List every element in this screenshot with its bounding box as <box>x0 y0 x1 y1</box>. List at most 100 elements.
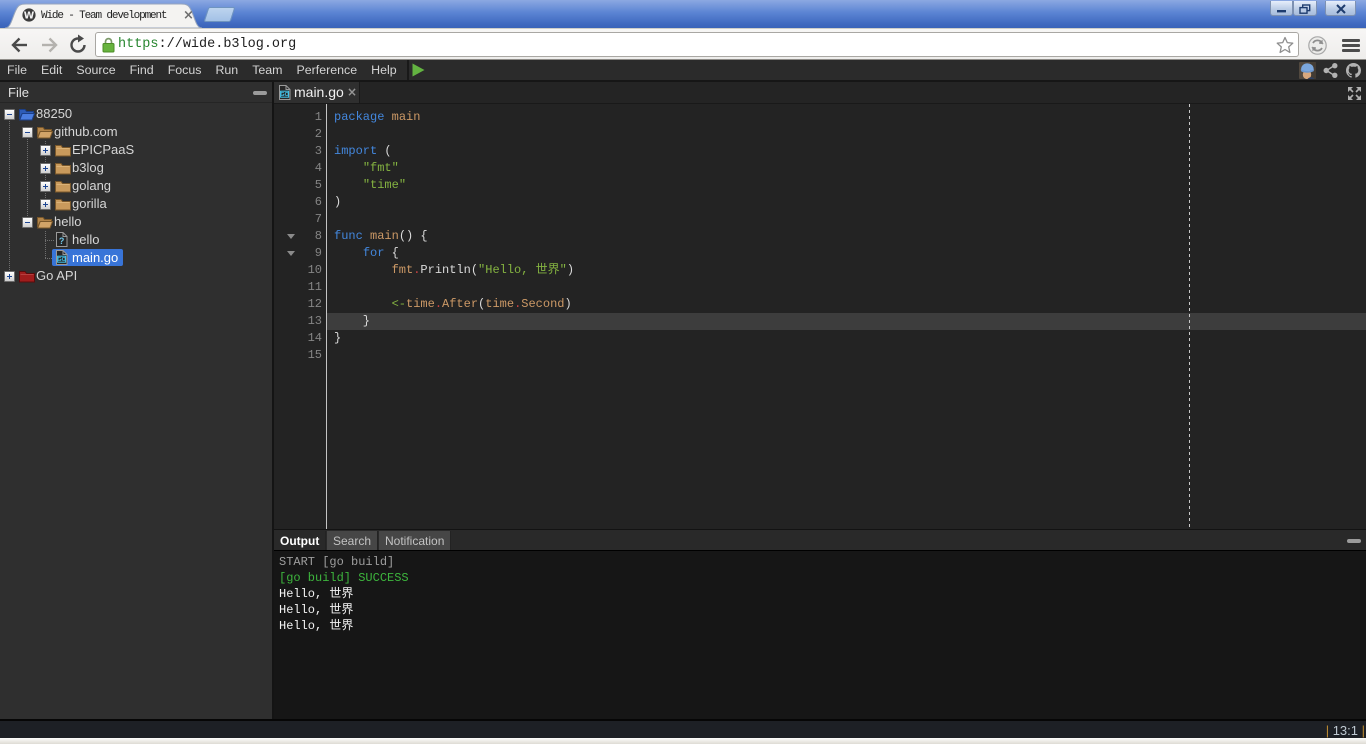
tree-node-label: hello <box>54 213 81 231</box>
bottom-tab-notification[interactable]: Notification <box>379 531 451 551</box>
code-token: () { <box>399 229 428 243</box>
tree-node-gorilla[interactable]: gorilla <box>0 195 272 213</box>
share-icon[interactable] <box>1323 63 1338 78</box>
tree-expand-icon[interactable] <box>40 181 51 192</box>
fold-arrow-icon[interactable] <box>287 251 295 256</box>
output-panel: START [go build][go build] SUCCESSHello,… <box>274 550 1366 719</box>
code-editor[interactable]: 123456789101112131415 package mainimport… <box>274 104 1366 529</box>
browser-tab[interactable]: W Wide - Team development × <box>5 2 203 28</box>
back-button[interactable] <box>9 34 31 56</box>
code-line-4: "fmt" <box>334 160 574 177</box>
code-line-8: func main() { <box>334 228 574 245</box>
extension-swirl-icon[interactable] <box>1308 36 1327 55</box>
forward-icon <box>42 39 56 52</box>
new-tab-button[interactable] <box>204 7 236 22</box>
tree-node-label: gorilla <box>72 195 107 213</box>
window-close-button[interactable] <box>1325 1 1356 16</box>
window-bottom-edge <box>0 738 1366 744</box>
code-line-3: import ( <box>334 143 574 160</box>
window-minimize-button[interactable] <box>1270 1 1293 16</box>
menu-item-file[interactable]: File <box>0 60 34 80</box>
url-rest: ://wide.b3log.org <box>159 37 297 52</box>
code-token: After <box>442 297 478 311</box>
tree-node-main-go[interactable]: GO main.go <box>0 249 272 267</box>
code-line-2 <box>334 126 574 143</box>
menu-item-perference[interactable]: Perference <box>290 60 365 80</box>
reload-button[interactable] <box>67 34 89 56</box>
https-lock-icon[interactable] <box>102 37 115 53</box>
reload-icon <box>72 35 85 52</box>
ide-menubar: FileEditSourceFindFocusRunTeamPerference… <box>0 60 1366 82</box>
line-number: 8 <box>274 228 322 245</box>
bottom-panel-tabs: OutputSearchNotification <box>274 529 1366 550</box>
tree-node-github-com[interactable]: github.com <box>0 123 272 141</box>
statusbar: | 13:1 | <box>0 719 1366 738</box>
gutter-separator <box>326 104 327 529</box>
line-number: 11 <box>274 279 322 296</box>
tree-node-88250[interactable]: 88250 <box>0 105 272 123</box>
folder-closed-icon <box>55 179 71 193</box>
go-file-icon: GO <box>278 85 290 100</box>
browser-tab-close-icon[interactable]: × <box>183 10 194 21</box>
browser-menu-icon[interactable] <box>1342 39 1360 52</box>
bottom-tab-search[interactable]: Search <box>327 531 378 551</box>
tree-node-label: 88250 <box>36 105 72 123</box>
editor-tab-close-icon[interactable]: × <box>346 82 358 103</box>
svg-text:GO: GO <box>57 257 65 263</box>
line-number: 4 <box>274 160 322 177</box>
print-margin-ruler <box>1189 104 1190 529</box>
run-button[interactable] <box>412 63 425 77</box>
editor-tab-main-go[interactable]: GO main.go × <box>274 82 360 103</box>
tree-node-golang[interactable]: golang <box>0 177 272 195</box>
code-token: <- <box>392 297 406 311</box>
tree-expand-icon[interactable] <box>40 145 51 156</box>
menu-item-help[interactable]: Help <box>364 60 403 80</box>
tree-node-b3log[interactable]: b3log <box>0 159 272 177</box>
folder-closed-icon <box>55 143 71 157</box>
code-token: main <box>392 110 421 124</box>
tree-expand-icon[interactable] <box>40 199 51 210</box>
tree-collapse-icon[interactable] <box>4 109 15 120</box>
code-token: main <box>370 229 399 243</box>
menu-item-run[interactable]: Run <box>208 60 245 80</box>
fold-arrow-icon[interactable] <box>287 234 295 239</box>
tree-node-hello[interactable]: ? hello <box>0 231 272 249</box>
code-token: . <box>435 297 442 311</box>
file-panel-title: File <box>8 82 29 103</box>
menu-item-source[interactable]: Source <box>69 60 122 80</box>
back-icon <box>13 39 27 52</box>
wide-favicon-icon: W <box>22 8 36 22</box>
bottom-panel-minimize-icon[interactable] <box>1347 539 1361 543</box>
tree-collapse-icon[interactable] <box>22 217 33 228</box>
forward-button[interactable] <box>38 34 60 56</box>
file-panel-minimize-icon[interactable] <box>253 91 267 95</box>
line-number: 14 <box>274 330 322 347</box>
user-avatar[interactable] <box>1299 62 1316 79</box>
bookmark-star-icon[interactable] <box>1276 36 1294 54</box>
output-line: Hello, 世界 <box>279 602 1366 618</box>
tree-node-epicpaas[interactable]: EPICPaaS <box>0 141 272 159</box>
tree-node-label: github.com <box>54 123 118 141</box>
menu-item-edit[interactable]: Edit <box>34 60 69 80</box>
bottom-tab-output[interactable]: Output <box>274 531 326 551</box>
code-token: } <box>334 314 370 328</box>
fullscreen-icon[interactable] <box>1348 87 1361 100</box>
folder-open-icon <box>37 215 53 229</box>
tree-expand-icon[interactable] <box>4 271 15 282</box>
menu-item-find[interactable]: Find <box>123 60 161 80</box>
code-token: fmt <box>392 263 414 277</box>
code-token: ) <box>334 195 341 209</box>
menu-item-focus[interactable]: Focus <box>161 60 209 80</box>
tree-node-go-api[interactable]: Go API <box>0 267 272 285</box>
code-token: func <box>334 229 363 243</box>
window-restore-button[interactable] <box>1293 1 1317 16</box>
github-icon[interactable] <box>1346 63 1361 78</box>
url-text[interactable]: https://wide.b3log.org <box>118 36 296 54</box>
output-line: START [go build] <box>279 554 1366 570</box>
menu-item-team[interactable]: Team <box>245 60 289 80</box>
tree-node-hello[interactable]: hello <box>0 213 272 231</box>
address-bar[interactable]: https://wide.b3log.org <box>95 32 1299 57</box>
tree-expand-icon[interactable] <box>40 163 51 174</box>
tree-collapse-icon[interactable] <box>22 127 33 138</box>
line-number: 13 <box>274 313 322 330</box>
